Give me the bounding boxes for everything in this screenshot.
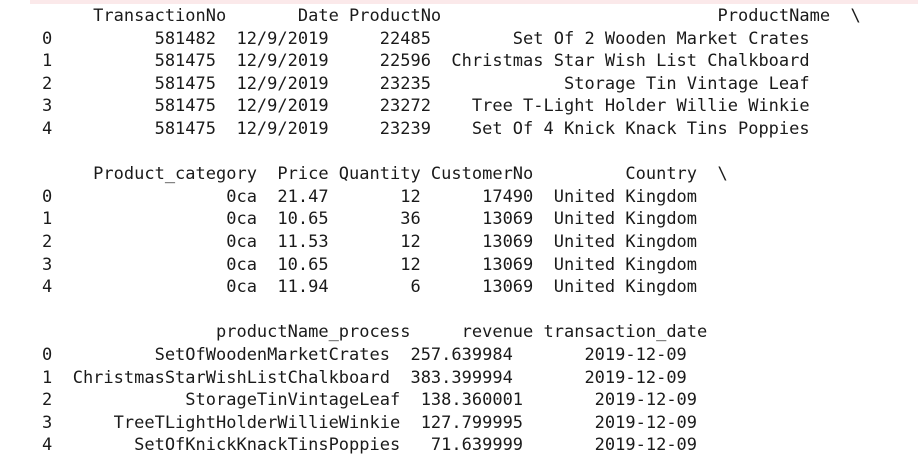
block3-row-2: 2 StorageTinVintageLeaf 138.360001 2019-… <box>42 390 698 411</box>
block2-row-1: 1 0ca 10.65 36 13069 United Kingdom <box>42 209 698 230</box>
block1-row-4: 4 581475 12/9/2019 23239 Set Of 4 Knick … <box>42 118 810 139</box>
block1-header: TransactionNo Date ProductNo ProductName… <box>42 6 861 26</box>
block2-row-0: 0 0ca 21.47 12 17490 United Kingdom <box>42 186 698 207</box>
block2-row-4: 4 0ca 11.94 6 13069 United Kingdom <box>42 277 698 298</box>
block3-row-4: 4 SetOfKnickKnackTinsPoppies 71.639999 2… <box>42 435 698 456</box>
block2-header: Product_category Price Quantity Customer… <box>42 164 728 185</box>
block3-row-1: 1 ChristmasStarWishListChalkboard 383.39… <box>42 367 687 388</box>
block1-row-2: 2 581475 12/9/2019 23235 Storage Tin Vin… <box>42 73 810 94</box>
block3-row-0: 0 SetOfWoodenMarketCrates 257.639984 201… <box>42 344 687 365</box>
block3-row-3: 3 TreeTLightHolderWillieWinkie 127.79999… <box>42 412 698 433</box>
cell-output-top-border <box>30 0 918 4</box>
block1-row-3: 3 581475 12/9/2019 23272 Tree T-Light Ho… <box>42 96 810 117</box>
block3-header: productName_process revenue transaction_… <box>42 322 708 343</box>
block2-row-3: 3 0ca 10.65 12 13069 United Kingdom <box>42 254 698 275</box>
block-separator <box>42 299 861 322</box>
block2-row-2: 2 0ca 11.53 12 13069 United Kingdom <box>42 231 698 252</box>
block1-row-1: 1 581475 12/9/2019 22596 Christmas Star … <box>42 51 810 72</box>
block1-row-0: 0 581482 12/9/2019 22485 Set Of 2 Wooden… <box>42 28 810 49</box>
block-separator <box>42 141 861 164</box>
dataframe-output: TransactionNo Date ProductNo ProductName… <box>42 5 861 457</box>
